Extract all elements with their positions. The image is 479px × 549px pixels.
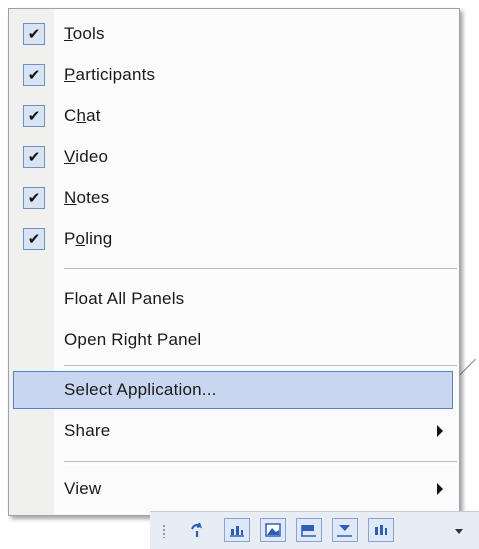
menu-item-label: Select Application... bbox=[64, 380, 217, 399]
menu-item-video[interactable]: ✔ Video bbox=[9, 137, 459, 177]
picture-icon[interactable] bbox=[260, 518, 286, 542]
menu-item-view[interactable]: View bbox=[9, 469, 459, 509]
checkmark-icon: ✔ bbox=[23, 146, 45, 168]
checkmark-icon: ✔ bbox=[23, 23, 45, 45]
menu-item-label: View bbox=[64, 479, 102, 498]
menu-item-share[interactable]: Share bbox=[9, 411, 459, 451]
menu-separator bbox=[64, 365, 457, 369]
flag-icon[interactable] bbox=[296, 518, 322, 542]
checkmark-icon: ✔ bbox=[23, 64, 45, 86]
submenu-arrow-icon bbox=[437, 425, 443, 437]
menu-item-label: Poling bbox=[64, 229, 113, 248]
menu-item-notes[interactable]: ✔ Notes bbox=[9, 178, 459, 218]
menu-item-label: Float All Panels bbox=[64, 289, 185, 308]
menu-item-chat[interactable]: ✔ Chat bbox=[9, 96, 459, 136]
menu-item-label: Notes bbox=[64, 188, 110, 207]
submenu-arrow-icon bbox=[437, 483, 443, 495]
menu-item-label: Tools bbox=[64, 24, 105, 43]
checkmark-icon: ✔ bbox=[23, 187, 45, 209]
menu-separator bbox=[64, 268, 457, 272]
checkmark-icon: ✔ bbox=[23, 228, 45, 250]
checkmark-icon: ✔ bbox=[23, 105, 45, 127]
pointer-icon[interactable] bbox=[332, 518, 358, 542]
share-icon[interactable] bbox=[184, 518, 210, 542]
menu-item-participants[interactable]: ✔ Participants bbox=[9, 55, 459, 95]
menu-item-label: Open Right Panel bbox=[64, 330, 202, 349]
menu-item-select-application[interactable]: Select Application... bbox=[13, 371, 453, 409]
menu-item-label: Chat bbox=[64, 106, 101, 125]
poll-icon[interactable] bbox=[368, 518, 394, 542]
chevron-down-icon[interactable] bbox=[455, 529, 463, 534]
bottom-toolbar bbox=[150, 511, 479, 549]
toolbar-grip-handle[interactable] bbox=[162, 524, 166, 538]
context-menu: ✔ Tools ✔ Participants ✔ Chat ✔ Video ✔ … bbox=[8, 8, 460, 516]
chart-icon[interactable] bbox=[224, 518, 250, 542]
menu-item-float-all-panels[interactable]: Float All Panels bbox=[9, 279, 459, 319]
menu-item-poling[interactable]: ✔ Poling bbox=[9, 219, 459, 259]
menu-separator bbox=[64, 461, 457, 465]
menu-item-open-right-panel[interactable]: Open Right Panel bbox=[9, 320, 459, 360]
menu-item-tools[interactable]: ✔ Tools bbox=[9, 14, 459, 54]
menu-item-label: Share bbox=[64, 421, 111, 440]
menu-item-label: Participants bbox=[64, 65, 156, 84]
menu-item-label: Video bbox=[64, 147, 109, 166]
